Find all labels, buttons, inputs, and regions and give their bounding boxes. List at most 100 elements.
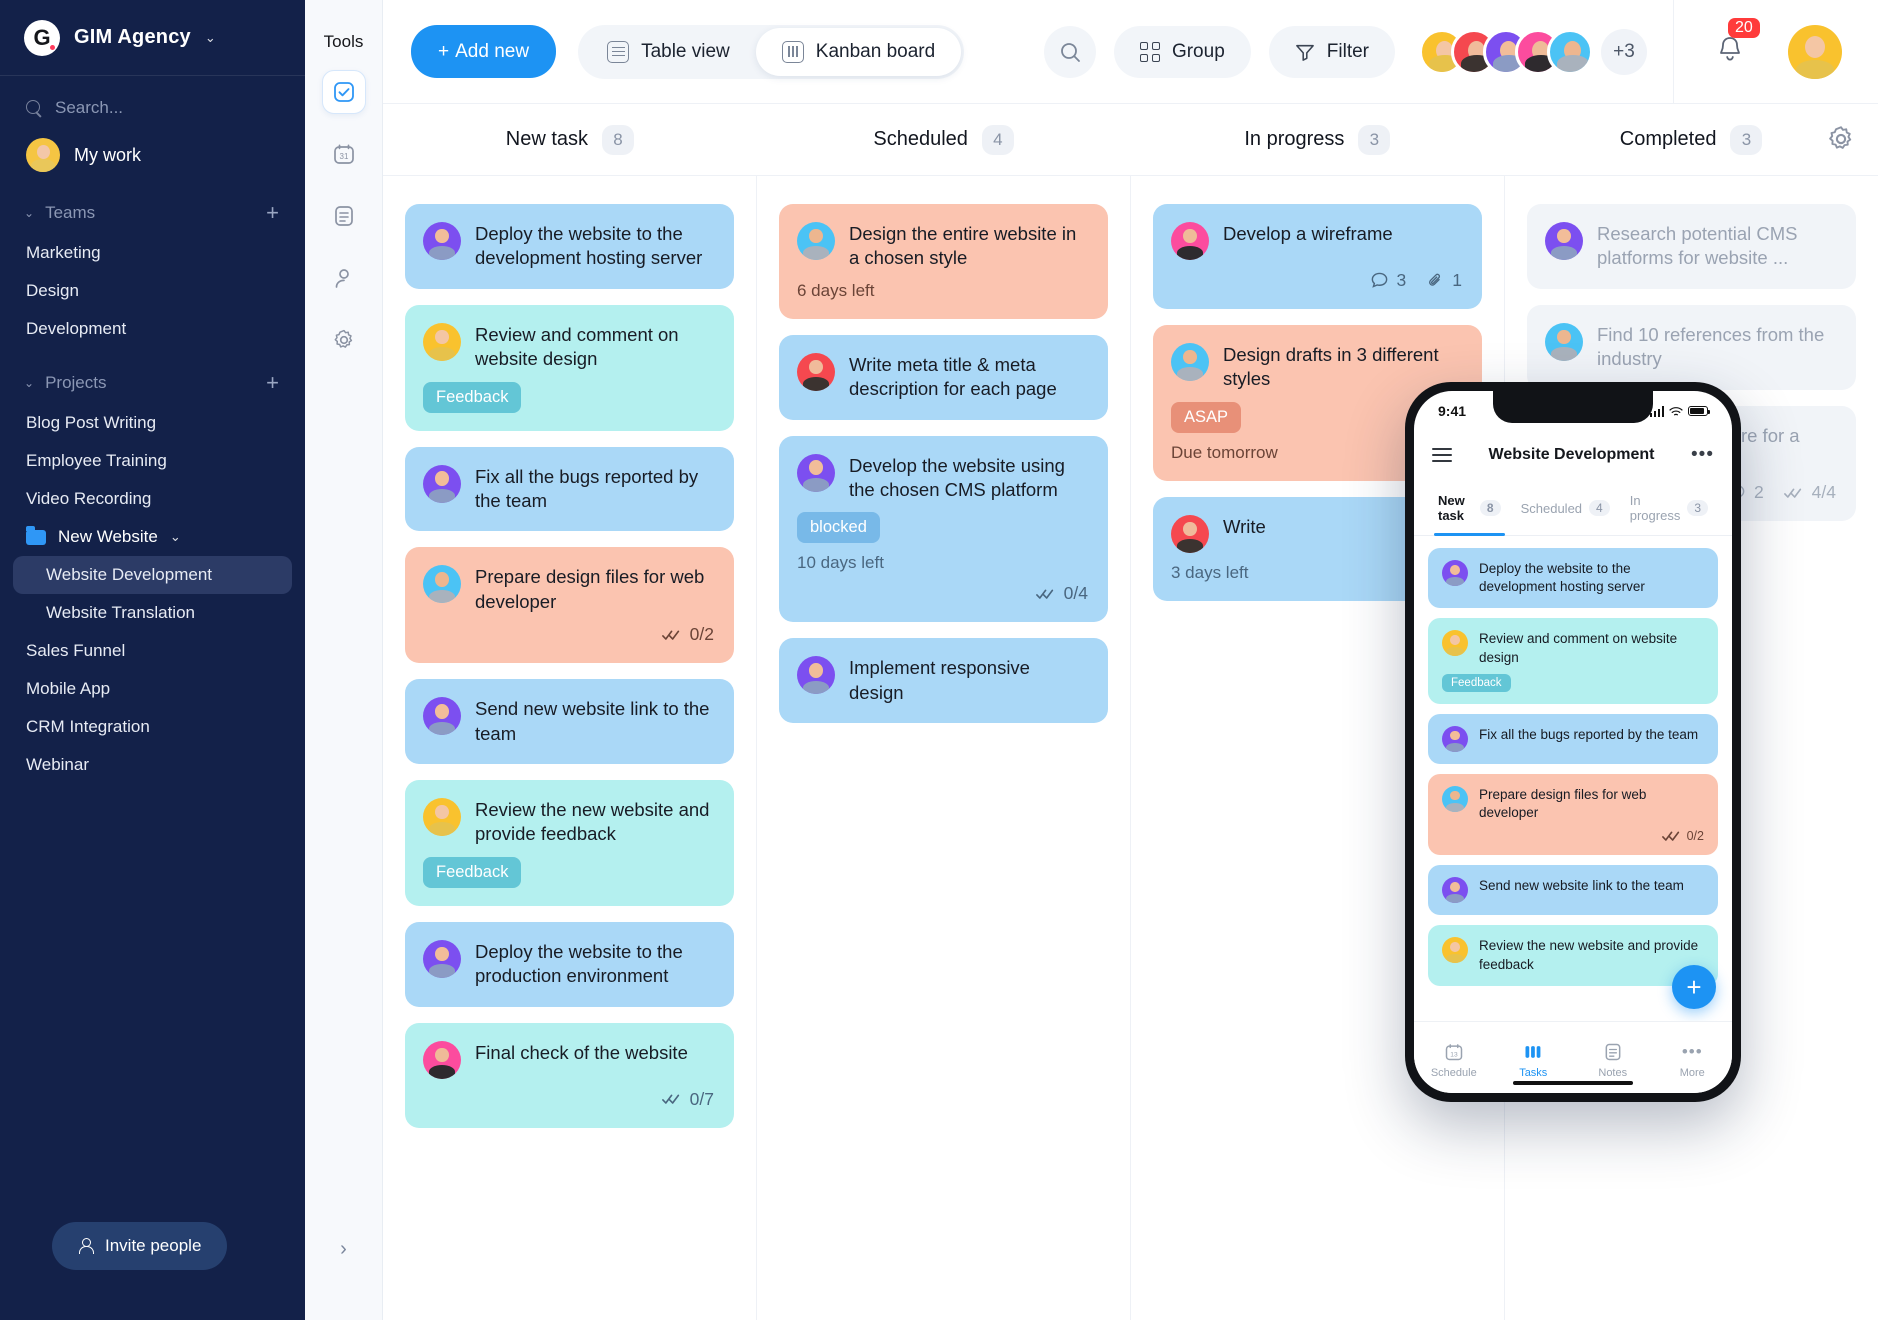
battery-icon: [1688, 406, 1710, 416]
task-card[interactable]: Send new website link to the team: [405, 679, 734, 765]
tool-tasks-button[interactable]: [321, 70, 366, 114]
phone-task-card[interactable]: Send new website link to the team: [1428, 865, 1718, 916]
sidebar-item-new-website[interactable]: New Website ⌄: [0, 518, 305, 556]
phone-task-card[interactable]: Deploy the website to the development ho…: [1428, 548, 1718, 609]
phone-task-avatar: [1442, 937, 1468, 964]
task-card[interactable]: Prepare design files for web developer 0/…: [405, 547, 734, 664]
member-avatars[interactable]: +3: [1419, 28, 1647, 75]
avatar-overflow-count[interactable]: +3: [1601, 28, 1647, 75]
phone-tab-in-progress[interactable]: In progress 3: [1620, 487, 1718, 535]
main-area: + Add new Table view Kanban board Group …: [383, 0, 1878, 1320]
column-header-in-progress[interactable]: In progress 3: [1131, 124, 1505, 155]
column-header-new-task[interactable]: New task 8: [383, 124, 757, 155]
wifi-icon: [1669, 406, 1683, 415]
task-card[interactable]: Research potential CMS platforms for web…: [1527, 204, 1856, 289]
sidebar-item-crm-integration[interactable]: CRM Integration: [0, 708, 305, 746]
task-card[interactable]: Review and comment on website design Feed…: [405, 304, 734, 431]
sidebar-item-blog-post-writing[interactable]: Blog Post Writing: [0, 404, 305, 442]
sidebar-item-webinar[interactable]: Webinar: [0, 746, 305, 784]
sidebar-item-video-recording[interactable]: Video Recording: [0, 480, 305, 518]
sidebar-item-design[interactable]: Design: [0, 272, 305, 310]
task-title: Write meta title & meta description for …: [849, 353, 1057, 400]
tab-kanban-board[interactable]: Kanban board: [755, 27, 962, 76]
tool-calendar-button[interactable]: 31: [322, 132, 366, 176]
phone-task-card[interactable]: Prepare design files for web developer 0/…: [1428, 773, 1718, 856]
task-card[interactable]: Deploy the website to the production env…: [405, 921, 734, 1007]
task-card[interactable]: Implement responsive design: [779, 638, 1108, 724]
sidebar-section-teams[interactable]: ⌄ Teams +: [0, 178, 305, 234]
phone-tab-new-task[interactable]: New task 8: [1428, 487, 1511, 536]
phone-tab-more[interactable]: ••• More: [1653, 1042, 1733, 1079]
task-card-header: Design the entire website in a chosen st…: [797, 222, 1088, 271]
double-check-icon: [1783, 488, 1801, 498]
task-title: Final check of the website: [475, 1041, 688, 1063]
sidebar-search[interactable]: [0, 76, 305, 128]
task-card[interactable]: Develop a wireframe 3 1: [1153, 204, 1482, 309]
tab-label: Schedule: [1430, 1067, 1477, 1079]
task-card[interactable]: Design the entire website in a chosen st…: [779, 204, 1108, 319]
column-header-scheduled[interactable]: Scheduled 4: [757, 124, 1131, 155]
search-input[interactable]: [55, 98, 255, 118]
workspace-switcher[interactable]: G GIM Agency ⌄: [0, 0, 305, 76]
phone-task-card[interactable]: Review and comment on website design Feed…: [1428, 618, 1718, 704]
task-comment-count: 3: [1370, 270, 1406, 291]
add-team-button[interactable]: +: [266, 202, 279, 224]
task-card[interactable]: Review the new website and provide feedb…: [405, 780, 734, 906]
calendar-icon: 13: [1445, 1044, 1462, 1061]
task-card[interactable]: Develop the website using the chosen CMS…: [779, 435, 1108, 623]
user-avatar[interactable]: [1788, 24, 1842, 79]
phone-task-header: Prepare design files for web developer: [1442, 785, 1704, 822]
task-card[interactable]: Write meta title & meta description for …: [779, 334, 1108, 420]
phone-task-card[interactable]: Fix all the bugs reported by the team: [1428, 713, 1718, 764]
filter-button[interactable]: Filter: [1268, 25, 1395, 78]
tool-settings-button[interactable]: [322, 318, 366, 362]
phone-tab-notes[interactable]: Notes: [1573, 1042, 1653, 1079]
menu-icon[interactable]: [1432, 448, 1452, 462]
more-options-icon[interactable]: •••: [1691, 444, 1714, 466]
phone-tab-scheduled[interactable]: Scheduled 4: [1511, 494, 1620, 528]
avatar[interactable]: [1547, 28, 1593, 75]
tab-label: New task: [1438, 493, 1465, 523]
task-card-header: Research potential CMS platforms for web…: [1545, 222, 1836, 271]
sidebar-item-development[interactable]: Development: [0, 310, 305, 348]
sidebar-item-sales-funnel[interactable]: Sales Funnel: [0, 632, 305, 670]
sidebar-item-employee-training[interactable]: Employee Training: [0, 442, 305, 480]
add-new-label: Add new: [455, 40, 530, 62]
tool-contacts-button[interactable]: [322, 256, 366, 300]
phone-title: Website Development: [1488, 446, 1655, 463]
sidebar-item-my-work[interactable]: My work: [0, 128, 305, 178]
contacts-icon: [335, 269, 349, 288]
search-button[interactable]: [1043, 25, 1096, 78]
column-count: 3: [1730, 124, 1763, 155]
task-card[interactable]: Find 10 references from the industry: [1527, 304, 1856, 390]
column-count: 4: [981, 124, 1014, 155]
sidebar-item-mobile-app[interactable]: Mobile App: [0, 670, 305, 708]
sidebar-section-projects[interactable]: ⌄ Projects +: [0, 348, 305, 404]
notifications-button[interactable]: 20: [1714, 18, 1760, 71]
task-tag: Feedback: [423, 856, 522, 888]
task-card[interactable]: Fix all the bugs reported by the team: [405, 446, 734, 532]
group-button[interactable]: Group: [1113, 25, 1251, 78]
phone-task-title: Fix all the bugs reported by the team: [1479, 726, 1699, 742]
expand-rail-button[interactable]: ›: [329, 1234, 359, 1264]
board-column: Deploy the website to the development ho…: [383, 176, 757, 1320]
add-task-fab[interactable]: +: [1672, 965, 1716, 1009]
sidebar-item-marketing[interactable]: Marketing: [0, 234, 305, 272]
task-attachment-count: 1: [1426, 270, 1462, 291]
add-project-button[interactable]: +: [266, 372, 279, 394]
sidebar-item-website-development[interactable]: Website Development: [13, 556, 292, 594]
sidebar-item-website-translation[interactable]: Website Translation: [0, 594, 305, 632]
column-header-completed[interactable]: Completed 3: [1504, 124, 1878, 155]
task-card[interactable]: Deploy the website to the development ho…: [405, 204, 734, 289]
task-card[interactable]: Final check of the website 0/7: [405, 1022, 734, 1128]
tool-notes-button[interactable]: [322, 194, 366, 238]
add-new-button[interactable]: + Add new: [411, 25, 557, 78]
phone-task-header: Fix all the bugs reported by the team: [1442, 725, 1704, 752]
phone-tab-tasks[interactable]: Tasks: [1494, 1042, 1574, 1079]
task-title: Find 10 references from the industry: [1597, 323, 1825, 370]
phone-tab-schedule[interactable]: 13 Schedule: [1414, 1042, 1494, 1079]
task-assignee-avatar: [1171, 343, 1209, 381]
invite-people-button[interactable]: Invite people: [52, 1222, 228, 1270]
tab-table-view[interactable]: Table view: [581, 28, 756, 76]
board-settings-button[interactable]: [1826, 124, 1856, 159]
